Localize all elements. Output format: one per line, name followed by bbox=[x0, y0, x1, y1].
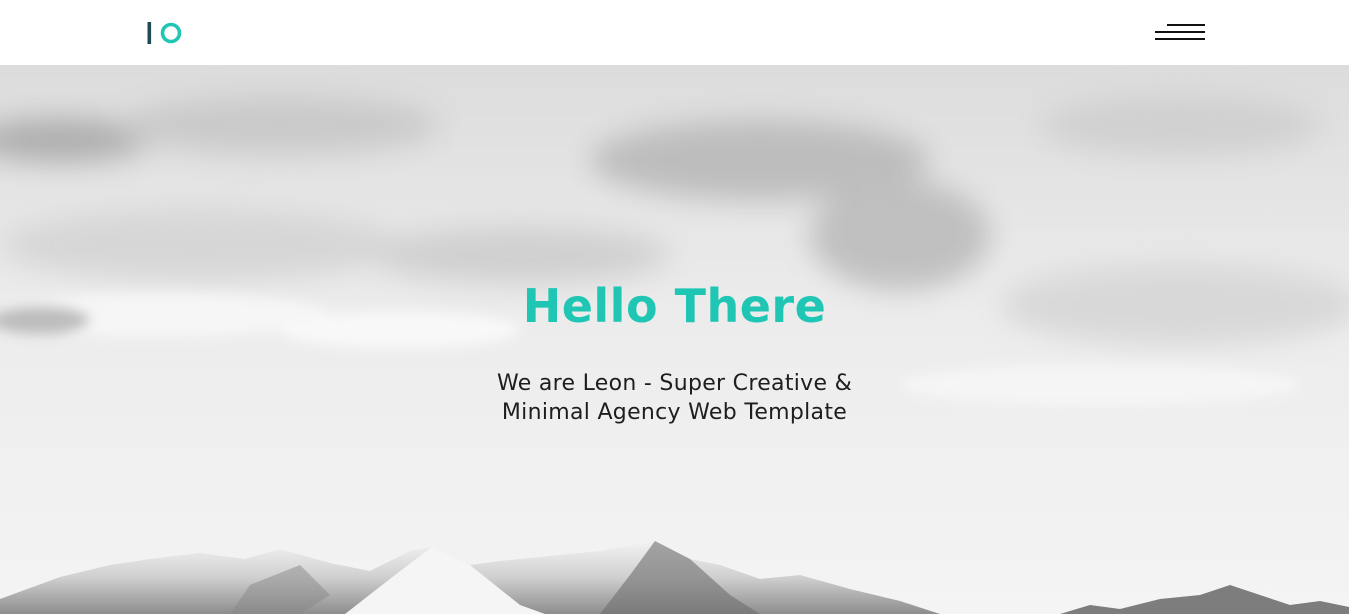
menu-button[interactable] bbox=[1153, 22, 1207, 44]
hero-subtitle: We are Leon - Super Creative & Minimal A… bbox=[496, 371, 853, 425]
hero-section: Hello There We are Leon - Super Creative… bbox=[0, 65, 1349, 614]
hero-title: Hello There bbox=[522, 279, 827, 333]
hero-content: Hello There We are Leon - Super Creative… bbox=[0, 278, 1349, 427]
site-header bbox=[0, 0, 1349, 65]
io-logo-icon[interactable] bbox=[147, 21, 183, 45]
